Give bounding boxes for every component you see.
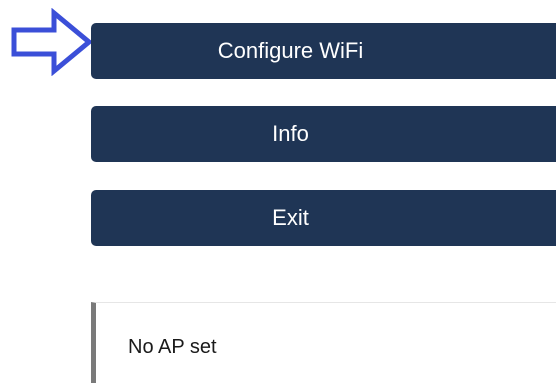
right-arrow-outline-icon: [11, 8, 93, 76]
configure-wifi-label: Configure WiFi: [217, 38, 364, 63]
info-button[interactable]: Info: [91, 106, 556, 162]
status-message: No AP set: [128, 336, 217, 358]
exit-label: Exit: [272, 205, 309, 230]
configure-wifi-button[interactable]: Configure WiFi: [91, 23, 556, 79]
status-panel: No AP set: [91, 302, 556, 383]
info-label: Info: [272, 121, 309, 146]
exit-button[interactable]: Exit: [91, 190, 556, 246]
wifi-manager-page: Configure WiFi Info Exit No AP set: [0, 0, 556, 383]
